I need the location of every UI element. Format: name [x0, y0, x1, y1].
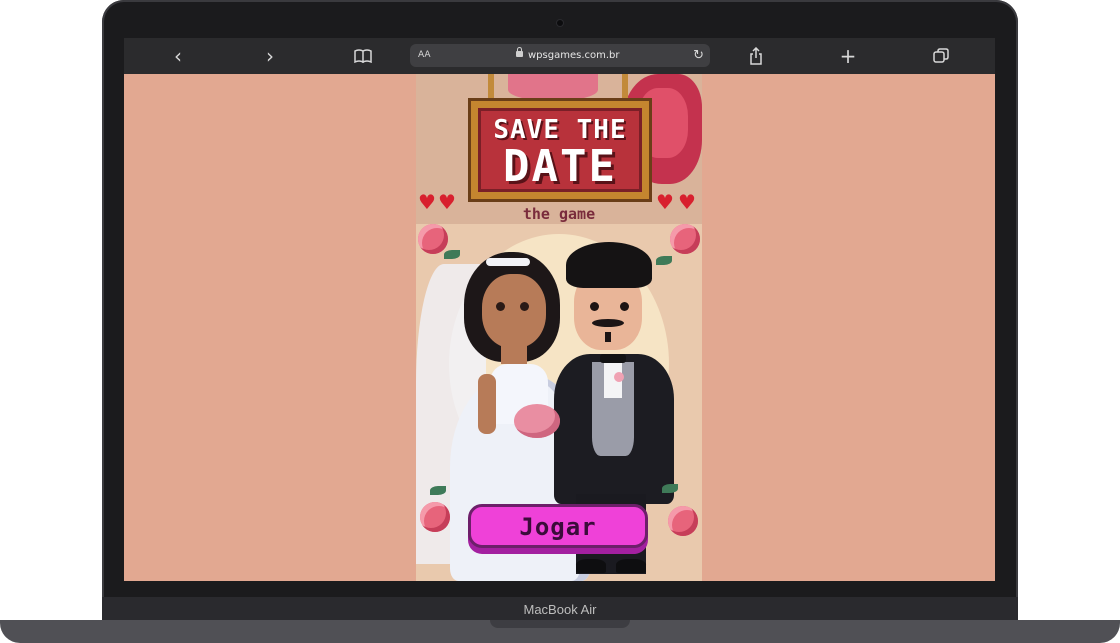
bride-eye: [496, 302, 505, 311]
rose-icon: [418, 224, 448, 254]
game-subtitle: the game: [522, 205, 596, 223]
groom-mustache: [592, 319, 624, 327]
groom-hair: [566, 242, 652, 288]
url-text: wpsgames.com.br: [528, 50, 620, 61]
rose-icon: [668, 506, 698, 536]
back-icon[interactable]: ‹: [163, 38, 193, 74]
bowtie-icon: [600, 354, 626, 363]
bookmarks-icon[interactable]: [348, 38, 378, 74]
text-size-button[interactable]: AA: [418, 44, 431, 67]
laptop-notch: [490, 620, 630, 628]
groom-eye: [590, 302, 599, 311]
browser-toolbar: ‹ › AA wpsgames.com.br ↻ +: [124, 38, 995, 74]
sign-post: [622, 74, 628, 100]
leaf-icon: [430, 486, 446, 495]
leaf-icon: [444, 250, 460, 259]
forward-icon[interactable]: ›: [255, 38, 285, 74]
lock-icon: [516, 47, 523, 57]
groom-shoe: [576, 559, 606, 573]
title-sign-panel: SAVE THE DATE: [478, 108, 642, 192]
new-tab-icon[interactable]: +: [833, 38, 863, 74]
device-model-label: MacBook Air: [523, 602, 597, 617]
bride-eye: [520, 302, 529, 311]
leaf-icon: [662, 484, 678, 493]
groom-shoe: [616, 559, 646, 573]
rose-icon: [420, 502, 450, 532]
reload-icon[interactable]: ↻: [693, 44, 704, 67]
play-button[interactable]: Jogar: [468, 504, 648, 548]
sign-post: [488, 74, 494, 100]
bride-tiara: [486, 258, 530, 266]
groom-eye: [620, 302, 629, 311]
bride-neck: [501, 344, 527, 364]
play-button-label: Jogar: [519, 513, 597, 541]
background-rose: [508, 74, 598, 100]
title-line-2: DATE: [503, 141, 617, 192]
groom-beard: [605, 332, 611, 342]
address-bar[interactable]: AA wpsgames.com.br ↻: [410, 44, 710, 67]
camera-icon: [557, 20, 563, 26]
game-screen: SAVE THE DATE ♥ ♥ ♥ ♥ the game Jogar: [416, 74, 702, 581]
bride-face: [482, 274, 546, 348]
browser-screen: ‹ › AA wpsgames.com.br ↻ + SAVE THE DATE…: [124, 38, 995, 581]
laptop-chin: MacBook Air: [102, 597, 1018, 622]
bouquet-icon: [514, 404, 560, 438]
tabs-icon[interactable]: [926, 38, 956, 74]
leaf-icon: [656, 256, 672, 265]
share-icon[interactable]: [741, 38, 771, 74]
rose-icon: [670, 224, 700, 254]
bride-arm: [478, 374, 496, 434]
boutonniere-icon: [614, 372, 624, 382]
title-sign: SAVE THE DATE: [468, 98, 652, 202]
